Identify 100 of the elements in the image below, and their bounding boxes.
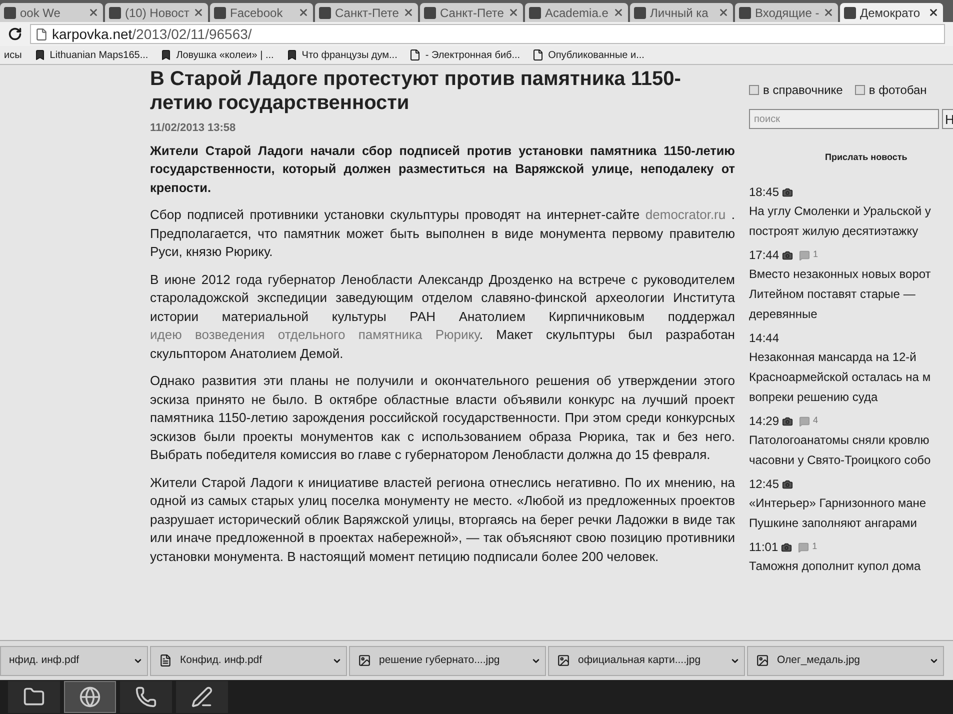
news-link[interactable]: Таможня дополнит купол дома	[749, 556, 953, 576]
bookmark-icon	[34, 49, 46, 61]
article-link[interactable]: democrator.ru	[645, 207, 726, 222]
news-link[interactable]: На углу Смоленки и Уральской у построят жилую десятиэтажку	[749, 201, 953, 241]
favicon-icon	[844, 6, 856, 18]
taskbar-button[interactable]	[120, 681, 172, 713]
bookmark-icon	[160, 49, 172, 61]
comment-icon	[797, 542, 810, 552]
article-paragraph: Жители Старой Ладоги к инициативе властей региона отнеслись негативно. По их мнению, на одной из самых старых улиц поселка монументу не место. «Любой из предложенных проектов разрушает исторический облик Варяжской улицы, вторгаясь на берег речки Ладожки в виде так или иначе предложенной в проектах набережной», — так объясняют свою позицию противники установки монумента. В настоящий момент петицию подписали более 200 человек.	[150, 474, 735, 566]
news-link[interactable]: Патологоанатомы сняли кровлю часовни у Свято-Троицкого собо	[749, 430, 953, 470]
article-paragraph: Однако развития эти планы не получили и окончательного решения об утверждении этого эскиза принято не было. В октябре областные власти объявили конкурс на лучший проект памятника 1150-летию зарождения российской государственности. При этом среди конкурсных эскизов были проекты монументов как с использованием образа Рюрика, так и без него. Выбрать победителя комиссия во главе с губернатором Ленобласти должна до 15 февраля.	[150, 372, 735, 464]
address-field[interactable]: karpovka.net/2013/02/11/96563/	[30, 24, 945, 44]
bookmark-item[interactable]: Lithuanian Maps165...	[34, 48, 148, 62]
search-button[interactable]: Н	[942, 109, 953, 129]
article-link[interactable]: идею возведения отдельного памятника Рюрику	[150, 327, 480, 342]
download-item[interactable]: официальная карти....jpg	[548, 646, 745, 676]
download-item[interactable]: Олег_медаль.jpg	[747, 646, 944, 676]
download-filename: Олег_медаль.jpg	[777, 652, 860, 668]
comment-icon	[798, 250, 812, 260]
favicon-icon	[529, 6, 541, 18]
page-icon	[35, 28, 48, 40]
download-filename: официальная карти....jpg	[578, 652, 701, 668]
bookmark-item[interactable]: Опубликованные и...	[532, 48, 644, 62]
news-link[interactable]: Незаконная мансарда на 12-й Красноармейской осталась на м вопреки решению суда	[749, 347, 953, 407]
close-icon[interactable]	[193, 7, 204, 18]
bookmark-item[interactable]: исы	[4, 48, 22, 62]
checkbox-label: в справочнике	[763, 82, 843, 99]
news-time: 18:45	[749, 184, 780, 201]
camera-icon	[781, 478, 794, 490]
taskbar-button[interactable]	[8, 681, 60, 713]
browser-tab[interactable]: Демократо	[840, 3, 943, 22]
submit-news-link[interactable]: Прислать новость	[825, 152, 908, 162]
article-paragraph: Сбор подписей противники установки скульптуры проводят на интернет-сайте democrator.ru . Предполагается, что памятник может быть выполнен в виде монумента первому правителю Руси, князю Рюрику.	[150, 206, 735, 261]
image-icon	[557, 654, 570, 667]
close-icon[interactable]	[718, 7, 729, 18]
article-date: 11/02/2013 13:58	[150, 121, 237, 136]
checkbox[interactable]	[749, 85, 759, 95]
close-icon[interactable]	[298, 7, 309, 18]
news-link[interactable]: Вместо незаконных новых ворот Литейном поставят старые — деревянные	[749, 264, 953, 324]
image-icon	[358, 654, 371, 667]
download-filename: нфид. инф.pdf	[9, 652, 80, 668]
download-filename: решение губернато....jpg	[379, 652, 500, 668]
news-link[interactable]: «Интерьер» Гарнизонного мане Пушкине заполняют ангарами	[749, 493, 953, 533]
browser-tab[interactable]: Личный ка	[630, 3, 733, 22]
news-time: 12:45	[749, 476, 780, 493]
folder-icon	[23, 686, 45, 708]
favicon-icon	[214, 6, 226, 18]
download-item[interactable]: решение губернато....jpg	[349, 646, 546, 676]
comment-count: 1	[812, 540, 818, 554]
browser-tab[interactable]: Входящие -	[735, 3, 838, 22]
browser-tab[interactable]: ook We	[0, 3, 103, 22]
download-item[interactable]: нфид. инф.pdf	[0, 646, 148, 676]
comment-count: 4	[813, 414, 818, 428]
close-icon[interactable]	[928, 7, 939, 18]
close-icon[interactable]	[403, 7, 414, 18]
article-title: В Старой Ладоге протестуют против памятника 1150-летию государственности	[150, 67, 682, 115]
comment-count: 1	[813, 248, 818, 262]
page-icon	[532, 49, 544, 61]
news-time: 11:01	[749, 539, 778, 556]
article-lead: Жители Старой Ладоги начали сбор подписей против установки памятника 1150-летию государственности, который должен разместиться на Варяжской улице, неподалеку от крепости.	[150, 142, 735, 197]
browser-tab[interactable]: Facebook	[210, 3, 313, 22]
download-filename: Конфид. инф.pdf	[180, 652, 262, 668]
camera-icon	[781, 416, 794, 426]
browser-tab[interactable]: (10) Новост	[105, 3, 208, 22]
camera-icon	[781, 250, 794, 260]
taskbar-button[interactable]	[176, 681, 228, 713]
article-paragraph: В июне 2012 года губернатор Ленобласти Александр Дрозденко на встрече с руководителем староладожской экспедиции заведующим отделом славяно-финской археологии Института истории материальной культуры РАН Анатолием Кирпичниковым поддержал идею возведения отдельного памятника Рюрику. Макет скульптуры был разработан скульптором Анатолием Демой.	[150, 270, 735, 363]
bookmark-item[interactable]: - Электронная биб...	[409, 48, 520, 62]
pdf-icon	[159, 654, 172, 667]
bookmark-item[interactable]: Ловушка «колеи» | ...	[160, 48, 274, 62]
news-time: 14:29	[749, 413, 780, 430]
favicon-icon	[319, 6, 331, 18]
camera-icon	[780, 542, 794, 552]
download-item[interactable]: Конфид. инф.pdf	[150, 646, 347, 676]
close-icon[interactable]	[88, 7, 99, 18]
checkbox-label: в фотобан	[868, 82, 927, 99]
favicon-icon	[4, 6, 16, 18]
taskbar-button[interactable]	[64, 681, 116, 713]
browser-tab[interactable]: Санкт-Пете	[315, 3, 418, 22]
camera-icon	[781, 186, 794, 198]
reload-icon[interactable]	[8, 27, 22, 41]
bookmark-item[interactable]: Что французы дум...	[286, 48, 398, 62]
image-icon	[756, 654, 769, 667]
url-text: karpovka.net/2013/02/11/96563/	[52, 24, 252, 44]
favicon-icon	[739, 6, 751, 18]
page-icon	[409, 49, 422, 61]
browser-tab[interactable]: Academia.e	[525, 3, 628, 22]
bookmark-icon	[286, 49, 298, 61]
close-icon[interactable]	[823, 7, 834, 18]
search-field[interactable]: поиск	[749, 109, 939, 129]
news-time: 14:44	[749, 330, 780, 347]
browser-tab[interactable]: Санкт-Пете	[420, 3, 523, 22]
news-time: 17:44	[749, 247, 780, 264]
checkbox[interactable]	[854, 85, 865, 95]
close-icon[interactable]	[613, 7, 624, 18]
close-icon[interactable]	[508, 7, 519, 18]
favicon-icon	[109, 6, 121, 18]
comment-icon	[798, 416, 812, 426]
favicon-icon	[424, 6, 436, 18]
favicon-icon	[634, 6, 646, 18]
